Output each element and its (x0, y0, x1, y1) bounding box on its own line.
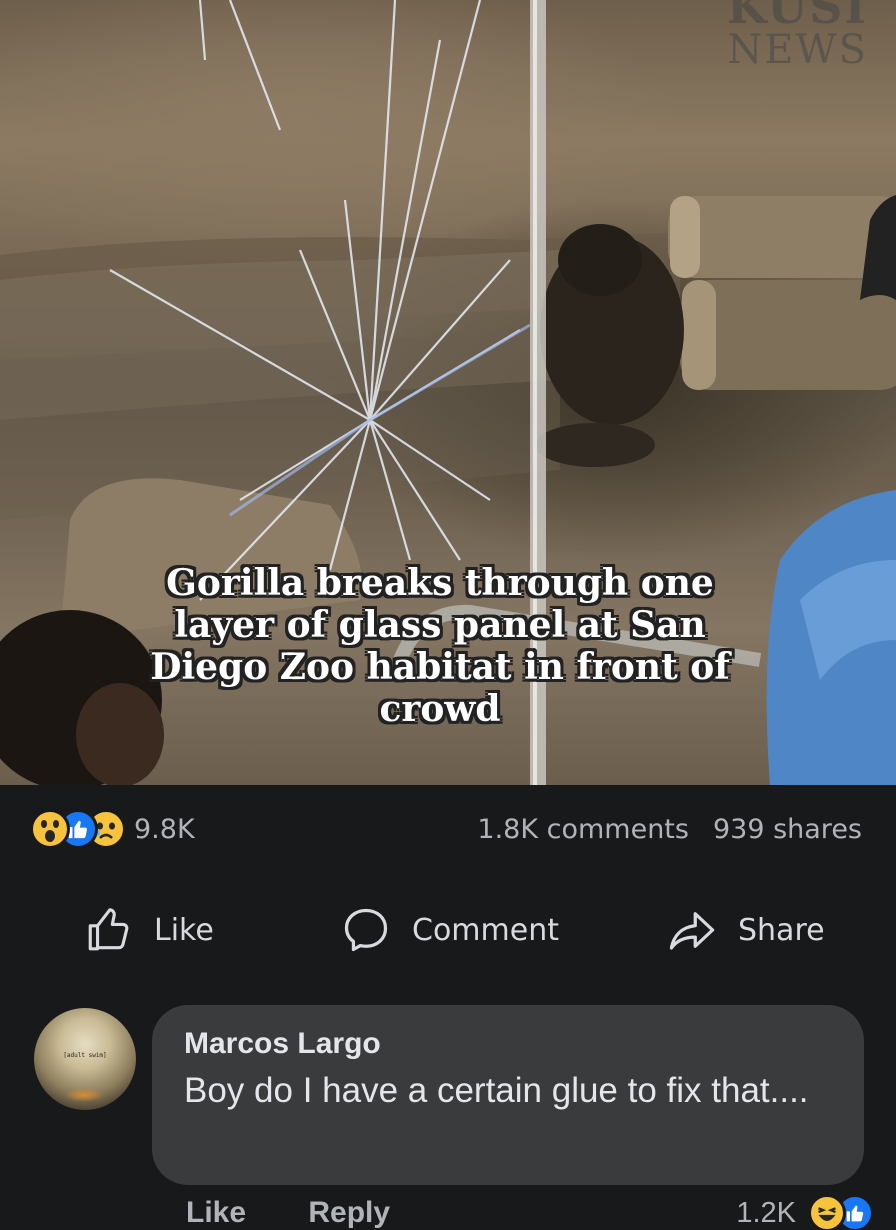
comment-like-link[interactable]: Like (186, 1196, 246, 1229)
comment-action-links: Like Reply (186, 1196, 390, 1230)
avatar-caption: [adult swim] (63, 1052, 107, 1059)
post-action-bar: Like Comment Share (0, 890, 896, 970)
engagement-counts: 1.8K comments 939 shares (477, 809, 862, 849)
watermark-news-text: NEWS (727, 27, 868, 73)
post-stats-bar: 9.8K 1.8K comments 939 shares (0, 790, 896, 870)
avatar[interactable]: [adult swim] (34, 1008, 136, 1110)
share-arrow-icon (669, 912, 715, 950)
comment-button-label: Comment (412, 912, 559, 948)
comment-reactions[interactable]: 1.2K (736, 1194, 874, 1230)
comment-button[interactable]: Comment (340, 902, 559, 958)
video-frame[interactable]: KUSI NEWS Gorilla breaks through one lay… (0, 0, 896, 785)
comments-count-link[interactable]: 1.8K comments (477, 814, 689, 845)
news-watermark: KUSI NEWS (727, 0, 868, 73)
wow-icon (30, 809, 70, 849)
comment-bubble[interactable]: Marcos Largo Boy do I have a certain glu… (152, 1005, 864, 1185)
reaction-count: 9.8K (134, 813, 195, 845)
comment-text: Boy do I have a certain glue to fix that… (184, 1071, 809, 1110)
speech-bubble-icon (344, 908, 388, 952)
comment-author[interactable]: Marcos Largo (184, 1027, 832, 1061)
like-button-label: Like (154, 912, 214, 948)
shares-count-link[interactable]: 939 shares (713, 814, 862, 845)
share-button-label: Share (738, 912, 825, 948)
reaction-summary[interactable]: 9.8K (30, 809, 195, 849)
haha-icon (808, 1194, 846, 1230)
video-caption: Gorilla breaks through one layer of glas… (150, 562, 730, 730)
comment-reaction-count: 1.2K (736, 1196, 796, 1229)
post-screen: KUSI NEWS Gorilla breaks through one lay… (0, 0, 896, 1230)
comment-reply-link[interactable]: Reply (308, 1196, 390, 1229)
thumbs-up-icon (88, 908, 129, 951)
like-button[interactable]: Like (84, 902, 214, 958)
watermark-logo-text: KUSI (726, 0, 868, 34)
avatar-sunset-glow (64, 1088, 104, 1102)
share-button[interactable]: Share (666, 902, 825, 958)
